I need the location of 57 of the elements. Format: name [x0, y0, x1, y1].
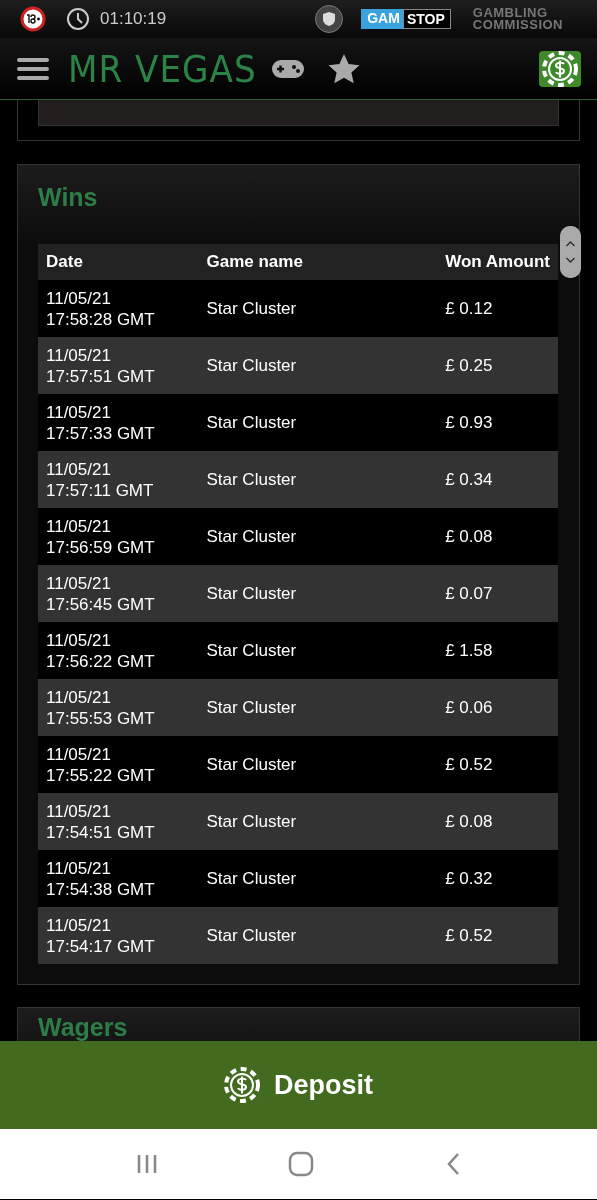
amount-cell: £ 0.06 — [437, 679, 558, 736]
game-cell: Star Cluster — [198, 508, 438, 565]
date-cell: 11/05/21 17:57:33 GMT — [38, 394, 199, 451]
amount-cell: £ 0.34 — [437, 451, 558, 508]
column-header: Date — [38, 244, 199, 280]
column-header: Game name — [198, 244, 438, 280]
game-cell: Star Cluster — [198, 622, 438, 679]
game-cell: Star Cluster — [198, 451, 438, 508]
shield-icon — [315, 5, 344, 33]
amount-cell: £ 0.25 — [437, 337, 558, 394]
clock-icon — [66, 7, 90, 31]
game-cell: Star Cluster — [198, 280, 438, 337]
date-cell: 11/05/21 17:54:38 GMT — [38, 850, 199, 907]
game-cell: Star Cluster — [198, 850, 438, 907]
menu-icon[interactable] — [16, 56, 50, 81]
amount-cell: £ 0.52 — [437, 907, 558, 964]
game-cell: Star Cluster — [198, 907, 438, 964]
gambling-commission-logo: GAMBLING COMMISSION — [472, 7, 563, 31]
amount-cell: £ 0.08 — [437, 793, 558, 850]
deposit-chip-button[interactable] — [539, 50, 581, 87]
game-cell: Star Cluster — [198, 793, 438, 850]
deposit-button[interactable]: Deposit — [0, 1041, 597, 1129]
amount-cell: £ 0.07 — [437, 565, 558, 622]
amount-cell: £ 0.12 — [437, 280, 558, 337]
amount-cell: £ 0.08 — [437, 508, 558, 565]
date-cell: 11/05/21 17:57:11 GMT — [38, 451, 199, 508]
date-cell: 11/05/21 17:57:51 GMT — [38, 337, 199, 394]
date-cell: 11/05/21 17:55:22 GMT — [38, 736, 199, 793]
date-cell: 11/05/21 17:54:51 GMT — [38, 793, 199, 850]
gamepad-icon[interactable] — [270, 58, 305, 79]
game-cell: Star Cluster — [198, 337, 438, 394]
column-header: Won Amount — [437, 244, 558, 280]
chip-icon — [542, 50, 578, 87]
amount-cell: £ 0.32 — [437, 850, 558, 907]
age-restriction-icon — [20, 6, 46, 32]
scroll-arrows-icon[interactable] — [560, 226, 581, 278]
logo[interactable]: MR VEGAS — [68, 49, 257, 88]
clock-time: 01:10:19 — [100, 9, 167, 29]
wins-title: Wins — [38, 182, 99, 213]
game-cell: Star Cluster — [198, 679, 438, 736]
home-icon[interactable] — [288, 1151, 315, 1177]
chip-icon — [224, 1067, 260, 1103]
date-cell: 11/05/21 17:58:28 GMT — [38, 280, 199, 337]
game-cell: Star Cluster — [198, 736, 438, 793]
date-cell: 11/05/21 17:55:53 GMT — [38, 679, 199, 736]
star-icon[interactable] — [326, 52, 361, 85]
game-cell: Star Cluster — [198, 394, 438, 451]
game-cell: Star Cluster — [198, 565, 438, 622]
date-cell: 11/05/21 17:56:22 GMT — [38, 622, 199, 679]
date-cell: 11/05/21 17:56:45 GMT — [38, 565, 199, 622]
date-cell: 11/05/21 17:56:59 GMT — [38, 508, 199, 565]
amount-cell: £ 0.93 — [437, 394, 558, 451]
gamstop-logo: GAM STOP — [361, 9, 451, 29]
amount-cell: £ 1.58 — [437, 622, 558, 679]
amount-cell: £ 0.52 — [437, 736, 558, 793]
date-cell: 11/05/21 17:54:17 GMT — [38, 907, 199, 964]
wagers-title: Wagers — [38, 1012, 129, 1041]
